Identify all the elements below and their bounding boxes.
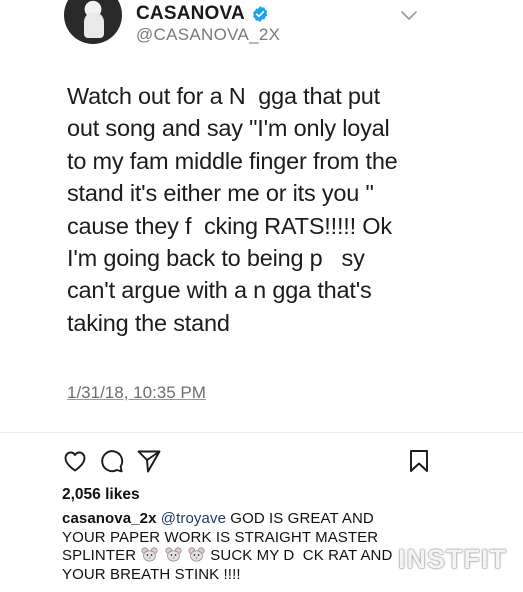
tweet-text-line: I'm going back to being p sy: [67, 245, 365, 272]
tweet-text-line: cause they f cking RATS!!!!! Ok: [67, 212, 392, 239]
caption-mention[interactable]: @troyave: [161, 510, 226, 527]
watermark: INSTFIT: [398, 544, 507, 574]
avatar[interactable]: [64, 0, 122, 44]
verified-badge-icon: [252, 6, 268, 22]
bookmark-icon[interactable]: [406, 448, 432, 474]
caption-text: SPLINTER: [62, 547, 137, 564]
caption-line: casanova_2x @troyave GOD IS GREAT AND: [62, 510, 502, 529]
heart-icon[interactable]: [62, 448, 88, 474]
like-count[interactable]: 2,056 likes: [62, 486, 140, 504]
rat-emoji: [141, 547, 159, 562]
tweet-text-line: to my fam middle finger from the: [67, 147, 398, 174]
caption-text: GOD IS GREAT AND: [230, 510, 374, 527]
rat-emoji: [188, 547, 205, 562]
tweet-text-line: can't argue with a n gga that's: [67, 277, 372, 304]
comment-icon[interactable]: [99, 448, 125, 474]
send-icon[interactable]: [136, 448, 162, 474]
tweet-text-line: taking the stand: [67, 309, 230, 336]
tweet-display-name[interactable]: CASANOVA: [136, 3, 245, 25]
tweet-text-line: Watch out for a N gga that put: [67, 83, 380, 109]
tweet-text-line: stand it's either me or its you ": [67, 180, 374, 207]
rat-emoji: [165, 547, 182, 562]
divider: [0, 432, 523, 433]
chevron-down-icon[interactable]: [400, 10, 418, 22]
caption-text: SUCK MY D CK RAT AND: [210, 547, 393, 564]
tweet-timestamp[interactable]: 1/31/18, 10:35 PM: [67, 383, 206, 403]
tweet-handle[interactable]: @CASANOVA_2X: [136, 25, 280, 45]
tweet-text: Watch out for a N gga that put out song …: [67, 80, 447, 339]
tweet-text-line: out song and say "I'm only loyal: [67, 115, 390, 142]
post-action-bar: [62, 448, 432, 474]
tweet-screenshot: CASANOVA @CASANOVA_2X Watch out for a N …: [0, 0, 523, 432]
tweet-author-row: CASANOVA: [136, 3, 269, 25]
caption-username[interactable]: casanova_2x: [62, 510, 157, 527]
